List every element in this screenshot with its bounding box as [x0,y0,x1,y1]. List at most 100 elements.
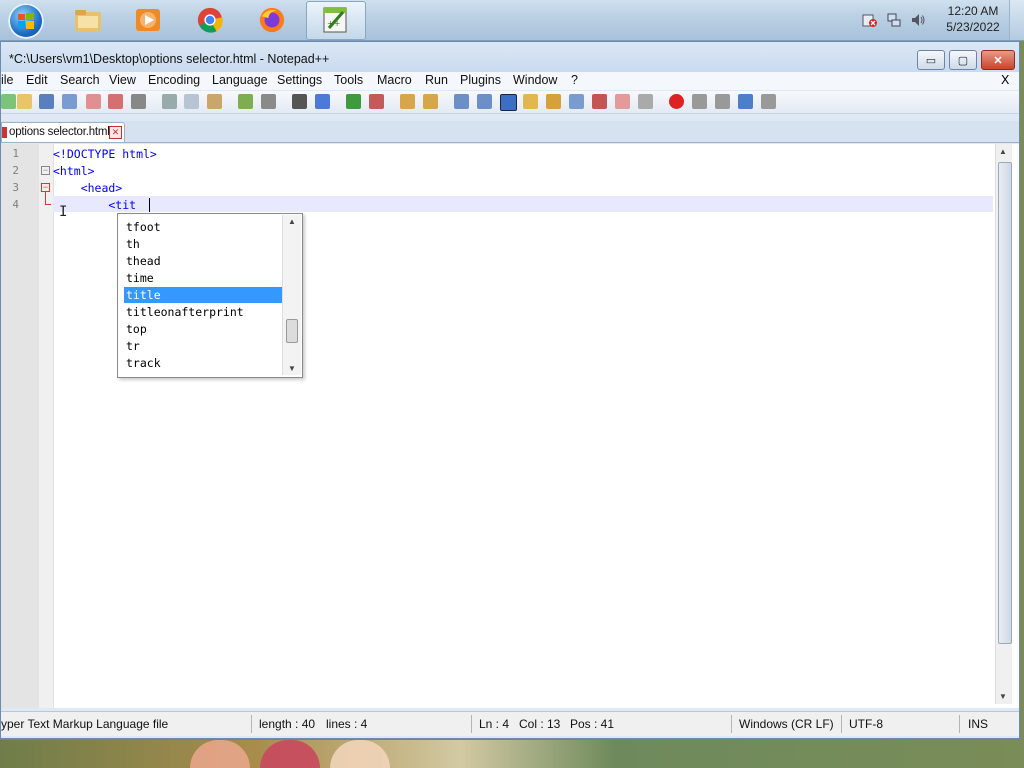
autocomplete-item[interactable]: top [124,321,282,337]
scroll-up-icon[interactable]: ▲ [288,217,296,226]
sync-vertical-icon[interactable] [400,94,415,109]
close-button[interactable]: ✕ [981,50,1015,70]
minimize-button[interactable]: ▭ [917,50,945,70]
undo-icon[interactable] [238,94,253,109]
fold-collapse-icon[interactable]: − [41,183,50,192]
status-insert-mode[interactable]: INS [968,717,988,731]
autocomplete-item[interactable]: tfoot [124,219,282,235]
indent-guide-icon[interactable] [500,94,517,111]
autocomplete-scrollbar[interactable]: ▲ ▼ [282,215,301,375]
close-document-button[interactable]: X [1001,73,1009,87]
zoom-out-icon[interactable] [369,94,384,109]
replace-icon[interactable] [315,94,330,109]
paste-icon[interactable] [207,94,222,109]
folder-icon [75,10,101,31]
autocomplete-item[interactable]: th [124,236,282,252]
autocomplete-item-selected[interactable]: title [124,287,282,303]
stop-macro-icon[interactable] [692,94,707,109]
maximize-button[interactable]: ▢ [949,50,977,70]
status-lines: lines : 4 [326,717,368,731]
eye-icon[interactable] [638,94,653,109]
close-file-icon[interactable] [86,94,101,109]
find-icon[interactable] [292,94,307,109]
menu-settings[interactable]: Settings [277,73,322,87]
title-bar[interactable]: *C:\Users\vm1\Desktop\options selector.h… [1,42,1019,76]
volume-icon[interactable] [910,12,926,28]
menu-view[interactable]: View [109,73,136,87]
save-macro-icon[interactable] [761,94,776,109]
scrollbar-thumb[interactable] [998,162,1012,644]
taskbar-file-explorer[interactable] [68,0,108,40]
copy-icon[interactable] [184,94,199,109]
scrollbar-thumb[interactable] [286,319,298,343]
folder-as-workspace-icon[interactable] [592,94,607,109]
vertical-scrollbar[interactable]: ▲ ▼ [995,144,1012,704]
autocomplete-item[interactable]: thead [124,253,282,269]
new-file-icon[interactable] [1,94,16,109]
menu-encoding[interactable]: Encoding [148,73,200,87]
user-defined-language-icon[interactable] [523,94,538,109]
scroll-down-icon[interactable]: ▼ [999,692,1007,701]
tab-options-selector[interactable]: options selector.html ✕ [1,122,125,142]
show-desktop-button[interactable] [1009,0,1024,40]
monitoring-icon[interactable] [615,94,630,109]
network-icon[interactable] [886,12,902,28]
scroll-down-icon[interactable]: ▼ [288,364,296,373]
save-icon[interactable] [39,94,54,109]
save-all-icon[interactable] [62,94,77,109]
media-player-icon [136,9,160,31]
status-encoding[interactable]: UTF-8 [849,717,883,731]
chrome-icon [197,7,223,33]
menu-window[interactable]: Window [513,73,557,87]
run-macro-multiple-icon[interactable] [738,94,753,109]
menu-file[interactable]: ile [1,73,14,87]
autocomplete-item[interactable]: time [124,270,282,286]
open-file-icon[interactable] [17,94,32,109]
status-line: Ln : 4 [479,717,510,731]
print-icon[interactable] [131,94,146,109]
word-wrap-icon[interactable] [454,94,469,109]
menu-macro[interactable]: Macro [377,73,412,87]
text-caret [149,198,150,212]
play-macro-icon[interactable] [715,94,730,109]
autocomplete-item[interactable]: track [124,355,282,371]
status-eol[interactable]: Windows (CR LF) [739,717,834,731]
status-divider [841,715,842,733]
maximize-icon: ▢ [957,54,969,67]
menu-language[interactable]: Language [212,73,268,87]
menu-search[interactable]: Search [60,73,100,87]
fold-collapse-icon[interactable]: − [41,166,50,175]
function-list-icon[interactable] [569,94,584,109]
record-macro-icon[interactable] [669,94,684,109]
action-center-icon[interactable] [862,12,878,28]
status-divider [471,715,472,733]
close-icon: ✕ [993,54,1003,67]
scroll-up-icon[interactable]: ▲ [999,147,1007,156]
menu-run[interactable]: Run [425,73,448,87]
document-map-icon[interactable] [546,94,561,109]
taskbar-clock[interactable]: 12:20 AM 5/23/2022 [942,3,1004,35]
taskbar-notepadpp[interactable]: ++ [306,1,366,40]
menu-plugins[interactable]: Plugins [460,73,501,87]
close-all-icon[interactable] [108,94,123,109]
menu-tools[interactable]: Tools [334,73,363,87]
zoom-in-icon[interactable] [346,94,361,109]
taskbar-media-player[interactable] [128,0,168,40]
status-divider [731,715,732,733]
unsaved-file-icon [2,127,7,138]
menu-edit[interactable]: Edit [26,73,48,87]
status-column: Col : 13 [519,717,561,731]
autocomplete-item[interactable]: tr [124,338,282,354]
taskbar-chrome[interactable] [190,0,230,40]
line-number: 4 [12,198,19,211]
sync-horizontal-icon[interactable] [423,94,438,109]
taskbar-firefox[interactable] [252,0,292,40]
start-button[interactable] [8,3,44,39]
cut-icon[interactable] [162,94,177,109]
clock-time: 12:20 AM [947,4,999,18]
tab-close-icon[interactable]: ✕ [109,126,122,139]
redo-icon[interactable] [261,94,276,109]
autocomplete-item[interactable]: titleonafterprint [124,304,282,320]
menu-help[interactable]: ? [571,73,578,87]
show-all-chars-icon[interactable] [477,94,492,109]
